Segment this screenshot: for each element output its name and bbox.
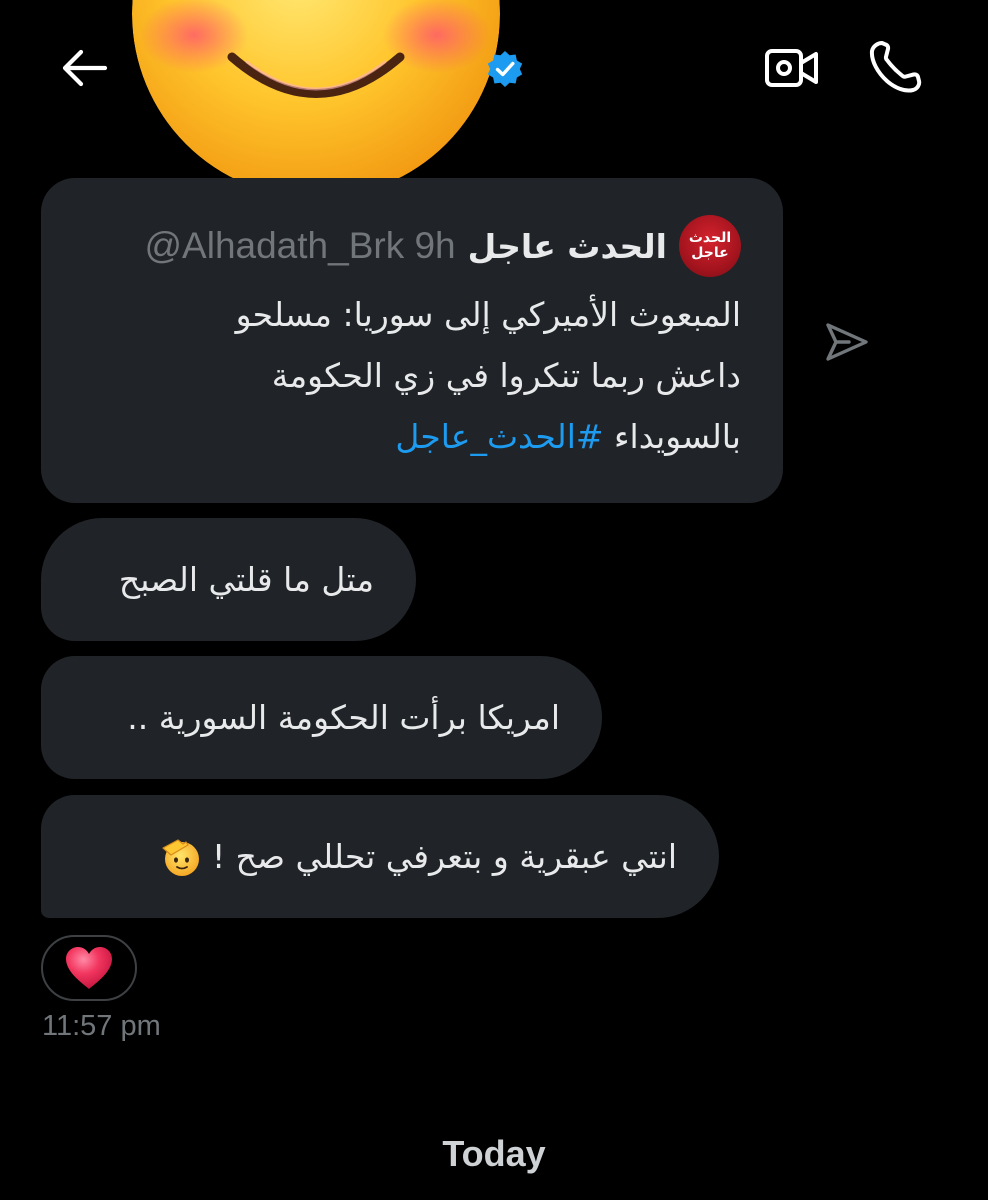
- video-call-button[interactable]: [760, 40, 824, 96]
- verified-badge-icon: [487, 51, 523, 87]
- message-bubble[interactable]: امريكا برأت الحكومة السورية ..: [41, 656, 602, 779]
- smiling-face-avatar: [132, 0, 500, 198]
- tweet-author-name: الحدث عاجل: [467, 226, 667, 266]
- verified-badge: [485, 49, 525, 89]
- tweet-text: المبعوث الأميركي إلى سوريا: مسلحو داعش ر…: [81, 284, 741, 467]
- tweet-text-line: داعش ربما تنكروا في زي الحكومة: [271, 356, 741, 395]
- tweet-avatar-text-2: عاجل: [691, 245, 729, 261]
- saluting-face-icon: [162, 838, 199, 876]
- message-timestamp: 11:57 pm: [42, 1010, 161, 1042]
- video-camera-icon: [765, 49, 818, 87]
- send-icon: [826, 323, 868, 361]
- share-tweet-button[interactable]: [814, 312, 880, 372]
- reaction-pill[interactable]: [41, 935, 137, 1001]
- tweet-hashtag-link[interactable]: #الحدث_عاجل: [395, 417, 603, 456]
- tweet-text-segment: بالسويداء: [603, 417, 741, 456]
- tweet-avatar-text-1: الحدث: [688, 230, 732, 247]
- shared-tweet-card[interactable]: الحدث عاجل الحدث عاجل @Alhadath_Brk 9h ا…: [41, 178, 783, 503]
- back-button[interactable]: [56, 40, 112, 96]
- message-text: انتي عبقرية و بتعرفي تحللي صح !: [211, 837, 677, 876]
- red-heart-icon: [66, 947, 112, 989]
- date-divider: Today: [442, 1133, 546, 1174]
- message-text: متل ما قلتي الصبح: [118, 560, 374, 599]
- message-text: امريكا برأت الحكومة السورية ..: [127, 698, 560, 737]
- message-bubble[interactable]: انتي عبقرية و بتعرفي تحللي صح !: [41, 795, 719, 918]
- tweet-text-line-last: بالسويداء #الحدث_عاجل: [81, 406, 741, 467]
- message-bubble[interactable]: متل ما قلتي الصبح: [41, 518, 416, 641]
- tweet-header: الحدث عاجل الحدث عاجل @Alhadath_Brk 9h: [81, 214, 741, 278]
- phone-icon: [869, 41, 922, 93]
- tweet-author-meta: @Alhadath_Brk 9h: [144, 225, 456, 266]
- tweet-text-line: المبعوث الأميركي إلى سوريا: مسلحو: [235, 295, 741, 334]
- tweet-author-avatar[interactable]: الحدث عاجل: [679, 215, 741, 277]
- arrow-left-icon: [62, 49, 108, 87]
- avatar[interactable]: [132, 0, 500, 198]
- voice-call-button[interactable]: [862, 34, 928, 100]
